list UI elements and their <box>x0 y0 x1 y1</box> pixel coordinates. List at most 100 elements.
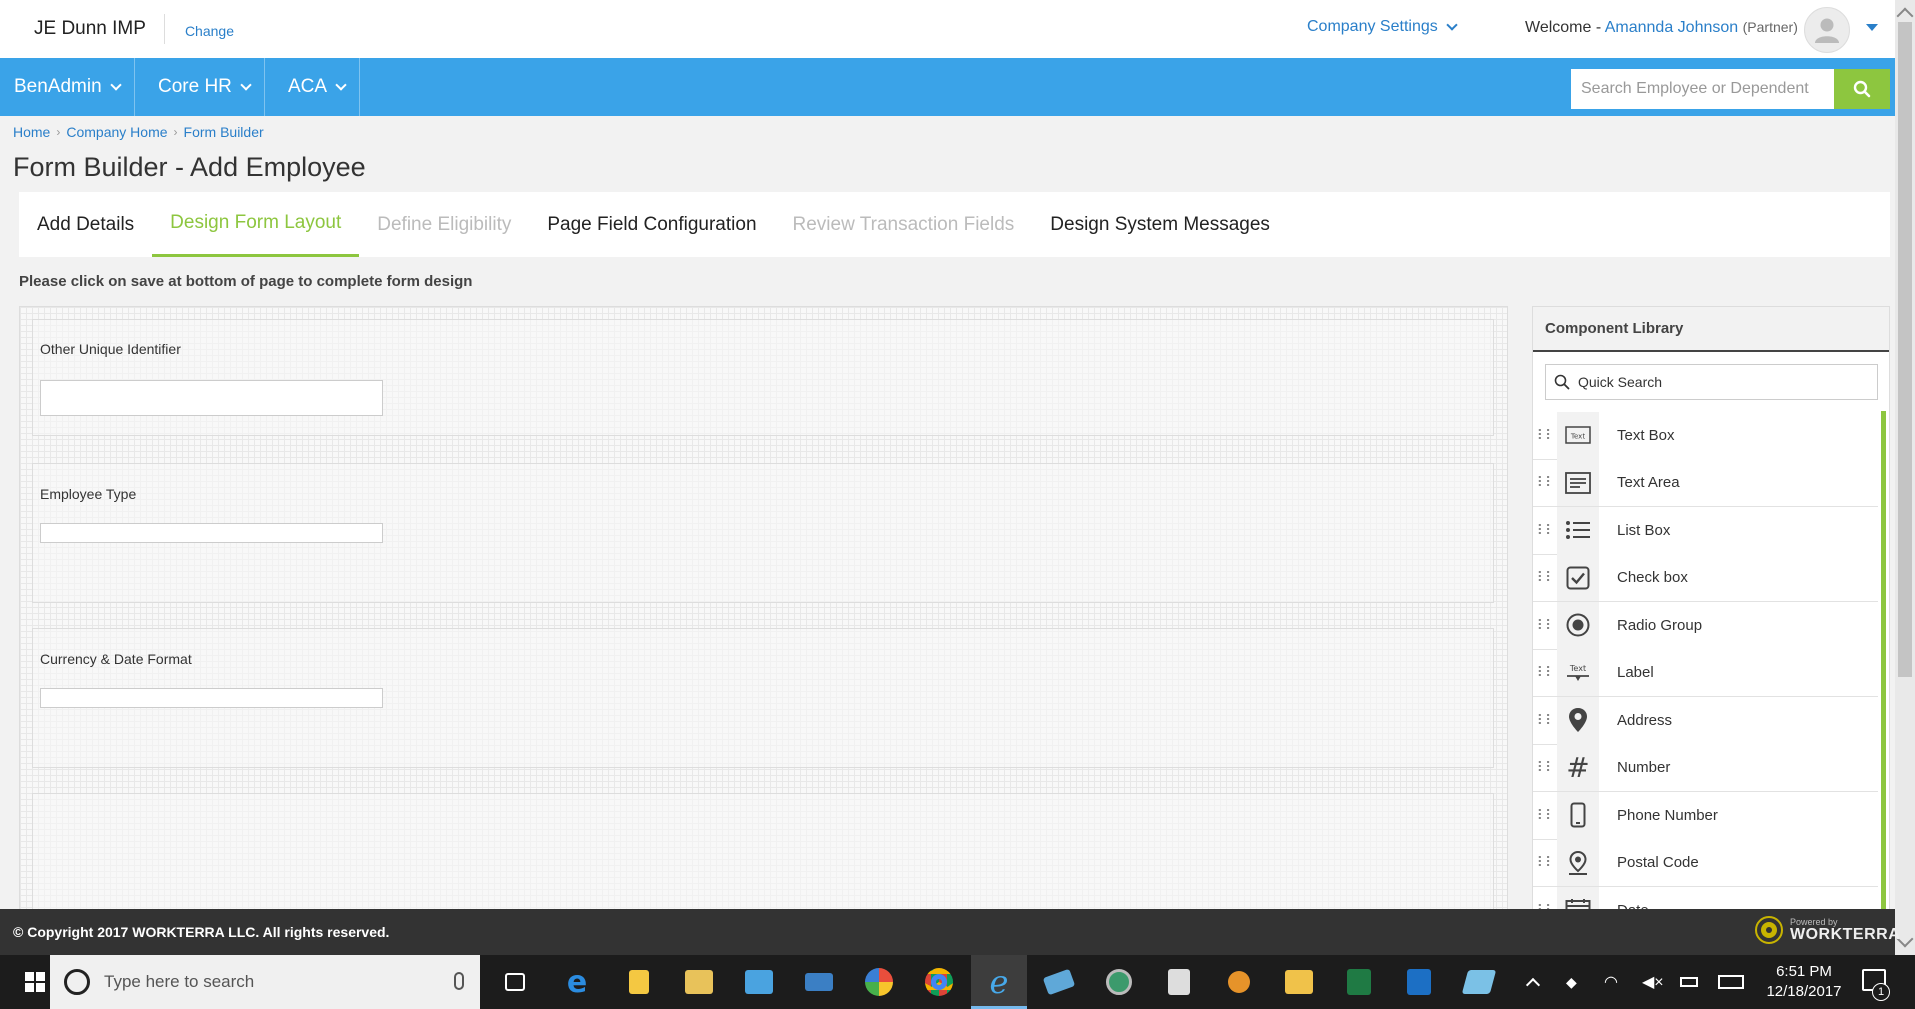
component-text-box[interactable]: ⠇⠇ Text Text Box <box>1533 411 1878 460</box>
component-label: Text Area <box>1599 459 1878 507</box>
drag-handle-icon[interactable]: ⠇⠇ <box>1533 712 1557 729</box>
microphone-icon[interactable] <box>454 972 464 990</box>
paint-app-icon[interactable] <box>860 963 898 1001</box>
library-scrollbar[interactable] <box>1881 411 1886 910</box>
quick-search-input[interactable]: Quick Search <box>1545 364 1878 400</box>
dropbox-icon[interactable]: ◆ <box>1566 955 1577 1009</box>
quick-search-placeholder: Quick Search <box>1578 374 1663 390</box>
calculator-icon[interactable] <box>1160 963 1198 1001</box>
component-check-box[interactable]: ⠇⠇ Check box <box>1533 554 1878 602</box>
drag-handle-icon[interactable]: ⠇⠇ <box>1533 807 1557 824</box>
taskbar-search-placeholder: Type here to search <box>104 972 255 991</box>
notes-app-icon[interactable] <box>1460 963 1498 1001</box>
page-title: Form Builder - Add Employee <box>13 152 366 182</box>
drag-handle-icon[interactable]: ⠇⠇ <box>1533 569 1557 586</box>
component-address[interactable]: ⠇⠇ Address <box>1533 696 1878 745</box>
map-pin-icon <box>1557 696 1599 744</box>
employee-type-field[interactable] <box>40 523 383 543</box>
edge-browser-icon[interactable]: e <box>558 963 596 1001</box>
powered-by-logo: Powered by WORKTERRA <box>1754 915 1900 945</box>
component-list-box[interactable]: ⠇⠇ List Box <box>1533 506 1878 555</box>
volume-muted-icon[interactable]: ◀× <box>1642 955 1664 1009</box>
nav-label: BenAdmin <box>14 76 102 97</box>
system-clock[interactable]: 6:51 PM 12/18/2017 <box>1766 962 1842 1002</box>
component-radio-group[interactable]: ⠇⠇ Radio Group <box>1533 601 1878 650</box>
component-phone-number[interactable]: ⠇⠇ Phone Number <box>1533 791 1878 840</box>
nav-benadmin[interactable]: BenAdmin <box>0 58 135 116</box>
form-field-block[interactable]: Other Unique Identifier <box>32 319 1494 436</box>
show-hidden-icons-icon[interactable] <box>1525 955 1541 1009</box>
avatar[interactable] <box>1804 7 1850 53</box>
drag-handle-icon[interactable]: ⠇⠇ <box>1533 664 1557 681</box>
task-view-icon[interactable] <box>496 963 534 1001</box>
globe-app-icon[interactable] <box>1100 963 1138 1001</box>
nav-core-hr[interactable]: Core HR <box>144 58 265 116</box>
remote-desktop-icon[interactable] <box>800 963 838 1001</box>
breadcrumb-company-home[interactable]: Company Home <box>66 124 167 140</box>
breadcrumb: Home › Company Home › Form Builder <box>13 124 264 140</box>
keyboard-icon[interactable] <box>1718 955 1744 1009</box>
workterra-logo-icon <box>1755 916 1783 944</box>
folder-icon[interactable] <box>680 963 718 1001</box>
scrollbar-thumb[interactable] <box>1898 22 1912 677</box>
tab-page-field-configuration[interactable]: Page Field Configuration <box>529 192 774 257</box>
currency-date-format-field[interactable] <box>40 688 383 708</box>
user-role: (Partner) <box>1742 19 1798 35</box>
drag-handle-icon[interactable]: ⠇⠇ <box>1533 522 1557 539</box>
copyright-text: © Copyright 2017 WORKTERRA LLC. All righ… <box>13 924 390 940</box>
internet-explorer-icon[interactable]: e <box>980 963 1018 1001</box>
employee-search-input[interactable] <box>1571 69 1834 109</box>
component-label: Phone Number <box>1599 791 1878 839</box>
component-label-item[interactable]: ⠇⠇ Text Label <box>1533 649 1878 697</box>
change-company-link[interactable]: Change <box>185 23 234 39</box>
file-explorer-icon[interactable] <box>1280 963 1318 1001</box>
search-button[interactable] <box>1834 69 1890 109</box>
outlook-icon[interactable] <box>1400 963 1438 1001</box>
drag-handle-icon[interactable]: ⠇⠇ <box>1533 474 1557 491</box>
drag-handle-icon[interactable]: ⠇⠇ <box>1533 759 1557 776</box>
nav-aca[interactable]: ACA <box>274 58 361 116</box>
user-menu-caret-icon[interactable] <box>1866 24 1878 31</box>
clock-time: 6:51 PM <box>1776 963 1832 980</box>
component-number[interactable]: ⠇⠇ # Number <box>1533 744 1878 792</box>
breadcrumb-home[interactable]: Home <box>13 124 50 140</box>
instruction-text: Please click on save at bottom of page t… <box>19 273 473 290</box>
cortana-icon <box>64 969 90 995</box>
company-settings-menu[interactable]: Company Settings <box>1307 18 1458 36</box>
tab-add-details[interactable]: Add Details <box>19 192 152 257</box>
form-design-canvas[interactable]: Other Unique Identifier Employee Type Cu… <box>19 306 1508 910</box>
component-label: List Box <box>1599 506 1878 554</box>
network-app-icon[interactable] <box>1040 963 1078 1001</box>
user-name-link[interactable]: Amannda Johnson <box>1605 19 1738 36</box>
wifi-icon[interactable]: ◠ <box>1604 955 1618 1009</box>
hash-icon: # <box>1557 744 1599 792</box>
other-unique-identifier-field[interactable] <box>40 380 383 416</box>
component-list: ⠇⠇ Text Text Box ⠇⠇ Text Area ⠇⠇ List Bo… <box>1533 411 1878 909</box>
contacts-app-icon[interactable] <box>740 963 778 1001</box>
radio-icon <box>1557 601 1599 649</box>
tab-design-form-layout[interactable]: Design Form Layout <box>152 192 360 257</box>
breadcrumb-form-builder[interactable]: Form Builder <box>184 124 264 140</box>
component-date[interactable]: ⠇⠇ Date <box>1533 886 1878 909</box>
component-postal-code[interactable]: ⠇⠇ Postal Code <box>1533 839 1878 887</box>
checkbox-icon <box>1557 554 1599 602</box>
component-text-area[interactable]: ⠇⠇ Text Area <box>1533 459 1878 507</box>
form-field-block[interactable]: Employee Type <box>32 463 1494 603</box>
battery-icon[interactable] <box>1680 955 1698 1009</box>
drag-handle-icon[interactable]: ⠇⠇ <box>1533 617 1557 634</box>
tab-design-system-messages[interactable]: Design System Messages <box>1032 192 1288 257</box>
field-label: Employee Type <box>40 486 137 502</box>
empty-drop-zone[interactable] <box>32 793 1494 909</box>
drag-handle-icon[interactable]: ⠇⠇ <box>1533 854 1557 871</box>
file-manager-icon[interactable] <box>620 963 658 1001</box>
header-divider <box>163 14 165 44</box>
page-scrollbar[interactable] <box>1895 0 1915 955</box>
drag-handle-icon[interactable]: ⠇⠇ <box>1533 427 1557 444</box>
chrome-browser-icon[interactable] <box>920 963 958 1001</box>
form-field-block[interactable]: Currency & Date Format <box>32 628 1494 768</box>
webcam-app-icon[interactable] <box>1220 963 1258 1001</box>
excel-icon[interactable] <box>1340 963 1378 1001</box>
phone-icon <box>1557 791 1599 839</box>
taskbar-search-box[interactable]: Type here to search <box>50 955 480 1009</box>
component-label: Address <box>1599 696 1878 744</box>
